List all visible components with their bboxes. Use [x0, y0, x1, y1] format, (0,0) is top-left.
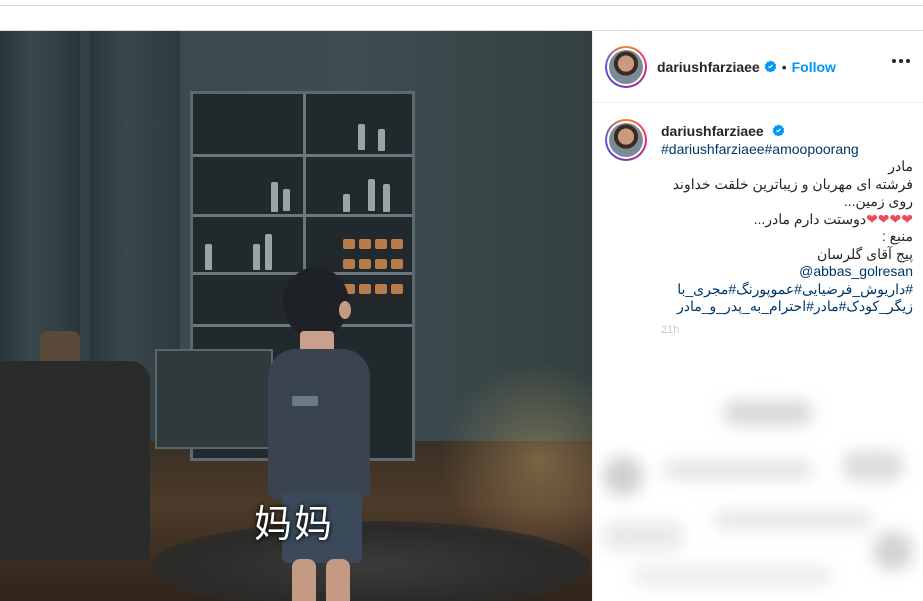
- more-options-icon[interactable]: [892, 59, 910, 63]
- caption-line: مادر: [888, 158, 913, 174]
- side-table: [155, 349, 273, 449]
- rug: [150, 521, 590, 601]
- caption-username-text[interactable]: dariushfarziaee: [661, 123, 764, 139]
- caption-source-name: پیج آقای گلرسان: [816, 245, 913, 262]
- caption-persian-hashtags[interactable]: زیگر_کودک#مادر#احترام_به_پدر_و_مادر: [661, 298, 913, 316]
- child-body: [268, 349, 370, 499]
- caption-avatar[interactable]: [605, 119, 647, 161]
- post-video[interactable]: 妈妈: [0, 31, 592, 601]
- post-sidebar: dariushfarziaee • Follow dariushfarziaee: [592, 31, 923, 601]
- video-subtitle: 妈妈: [254, 502, 335, 546]
- caption-hashtags[interactable]: #dariushfarziaee#amoopoorang: [661, 141, 913, 159]
- instagram-post-page: 妈妈 dariushfarziaee • Follow dariushfarzi…: [0, 0, 923, 601]
- caption-source-label: منبع :: [881, 228, 913, 244]
- profile-picture: [609, 49, 643, 84]
- heart-emojis: ❤❤❤❤: [866, 210, 913, 227]
- caption-line: روی زمین...: [843, 193, 913, 209]
- follow-button[interactable]: Follow: [792, 59, 836, 75]
- caption-persian-hashtags[interactable]: #داریوش_فرضیایی#عموپورنگ#مجری_با: [661, 281, 913, 299]
- child-leg-left: [292, 559, 316, 601]
- verified-badge-icon: [772, 124, 784, 137]
- username-link[interactable]: dariushfarziaee: [657, 59, 760, 75]
- caption-username[interactable]: dariushfarziaee: [661, 123, 913, 141]
- shirt-logo: [292, 396, 318, 406]
- post-caption: dariushfarziaee #dariushfarziaee#amoopoo…: [605, 119, 915, 339]
- avatar[interactable]: [605, 45, 647, 88]
- caption-mention[interactable]: @abbas_golresan: [661, 263, 913, 281]
- post-time: 21h: [661, 323, 680, 336]
- top-bar: [0, 0, 923, 6]
- caption-body: dariushfarziaee #dariushfarziaee#amoopoo…: [661, 119, 913, 339]
- child-ear: [339, 301, 351, 319]
- child-leg-right: [326, 559, 350, 601]
- caption-line: دوستت دارم مادر...: [753, 210, 867, 227]
- blurred-comments: [593, 381, 923, 601]
- caption-line-with-hearts: ❤❤❤❤دوستت دارم مادر...: [661, 211, 913, 229]
- post-container: 妈妈 dariushfarziaee • Follow dariushfarzi…: [0, 30, 923, 601]
- caption-profile-picture: [609, 123, 643, 157]
- separator-dot: •: [781, 58, 787, 75]
- post-header: dariushfarziaee • Follow: [593, 31, 923, 103]
- verified-badge-icon: [764, 60, 776, 73]
- child-head: [283, 267, 349, 339]
- sofa: [0, 361, 150, 561]
- caption-line: فرشته ای مهربان و زیباترین خلقت خداوند: [672, 175, 913, 192]
